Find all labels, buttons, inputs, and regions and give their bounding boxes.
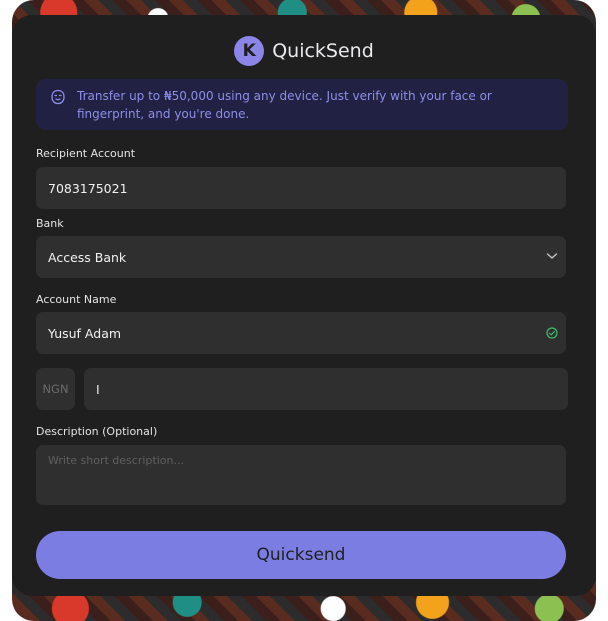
amount-input[interactable]: I bbox=[84, 368, 568, 410]
recipient-account-input[interactable]: 7083175021 bbox=[36, 167, 566, 209]
account-name-label: Account Name bbox=[36, 293, 117, 306]
info-banner: Transfer up to ₦50,000 using any device.… bbox=[36, 79, 568, 130]
verified-check-icon bbox=[546, 327, 558, 339]
bank-select-value: Access Bank bbox=[48, 249, 127, 265]
bank-label: Bank bbox=[36, 217, 64, 230]
account-name-value: Yusuf Adam bbox=[48, 325, 122, 341]
bank-select[interactable]: Access Bank bbox=[36, 236, 566, 278]
app-header: K QuickSend bbox=[12, 36, 596, 66]
app-name: QuickSend bbox=[272, 40, 374, 62]
description-label: Description (Optional) bbox=[36, 425, 158, 438]
recipient-account-label: Recipient Account bbox=[36, 147, 136, 160]
chevron-down-icon bbox=[546, 253, 558, 260]
logo-icon: K bbox=[234, 36, 265, 66]
currency-badge: NGN bbox=[36, 368, 75, 410]
banner-text: Transfer up to ₦50,000 using any device.… bbox=[77, 89, 492, 121]
description-textarea[interactable]: Write short description... bbox=[36, 445, 566, 505]
quicksend-button[interactable]: Quicksend bbox=[36, 531, 566, 579]
face-id-icon bbox=[51, 89, 65, 105]
account-name-field: Yusuf Adam bbox=[36, 312, 566, 354]
transfer-card: K QuickSend Transfer up to ₦50,000 using… bbox=[12, 15, 596, 596]
